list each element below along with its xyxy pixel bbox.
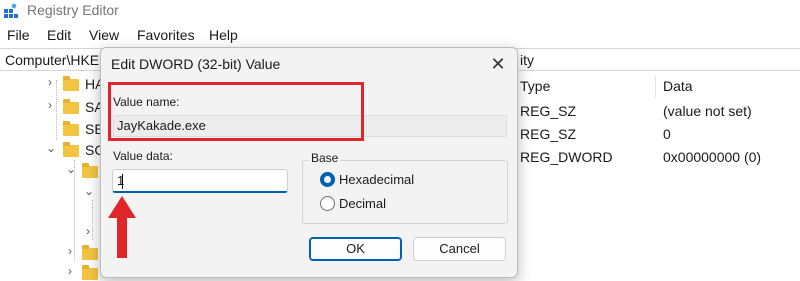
ok-button[interactable]: OK [309,237,402,261]
value-row-data[interactable]: (value not set) [663,103,752,119]
menu-edit[interactable]: Edit [47,27,71,43]
menu-favorites[interactable]: Favorites [137,27,195,43]
radio-decimal-label[interactable]: Decimal [339,196,386,211]
folder-icon [82,163,98,178]
column-header-data[interactable]: Data [663,78,693,94]
folder-icon [63,121,79,136]
chevron-right-icon[interactable]: › [68,264,78,278]
chevron-right-icon[interactable]: › [48,98,58,112]
value-row-type[interactable]: REG_SZ [520,126,576,142]
menu-help[interactable]: Help [209,27,238,43]
tree-item[interactable]: › HA [0,75,104,95]
value-row-data[interactable]: 0x00000000 (0) [663,149,761,165]
chevron-right-icon[interactable]: › [68,244,78,258]
close-icon[interactable]: ✕ [487,54,509,76]
column-divider[interactable] [655,76,656,98]
window-title: Registry Editor [27,2,119,18]
radio-decimal[interactable] [320,196,335,211]
menu-bar: File Edit View Favorites Help [0,25,800,47]
column-header-type[interactable]: Type [520,78,550,94]
folder-icon [63,76,79,91]
tree-item[interactable]: ⌄ [0,184,100,204]
chevron-down-icon[interactable]: ⌄ [46,141,56,155]
folder-icon [82,245,98,260]
menu-file[interactable]: File [7,27,30,43]
tree-item[interactable]: ⌄ SC [0,141,104,161]
radio-hexadecimal[interactable] [320,172,335,187]
menu-view[interactable]: View [89,27,119,43]
chevron-right-icon[interactable]: › [48,75,58,89]
tree-item[interactable]: ⌄ [0,162,100,182]
address-path: Computer\HKE [5,52,100,68]
red-highlight-box [108,82,364,141]
value-data-label: Value data: [113,149,173,163]
tree-item[interactable]: › [0,244,100,264]
base-label: Base [309,151,341,165]
address-path-tail: ity [520,52,534,68]
base-group [302,160,508,224]
title-bar: Registry Editor [0,0,800,24]
folder-icon [63,99,79,114]
value-row-data[interactable]: 0 [663,126,671,142]
red-arrow-annotation [108,196,136,258]
dialog-title: Edit DWORD (32-bit) Value [111,56,281,72]
folder-icon [82,265,98,280]
value-data-input[interactable] [112,169,288,193]
value-row-type[interactable]: REG_DWORD [520,149,613,165]
registry-icon [4,3,18,18]
radio-hexadecimal-label[interactable]: Hexadecimal [339,172,414,187]
chevron-down-icon[interactable]: ⌄ [84,184,94,198]
tree-item[interactable]: › [0,264,100,281]
cancel-button[interactable]: Cancel [413,237,506,261]
chevron-right-icon[interactable]: › [86,224,96,238]
key-tree[interactable]: › HA › SA SE ⌄ SC ⌄ ⌄ › › › [0,72,104,281]
chevron-down-icon[interactable]: ⌄ [66,162,76,176]
tree-item[interactable]: › [0,224,100,244]
text-caret [122,174,123,189]
tree-item[interactable]: › SA [0,98,104,118]
tree-item[interactable]: SE [0,120,104,140]
value-row-type[interactable]: REG_SZ [520,103,576,119]
edit-dword-dialog: Edit DWORD (32-bit) Value ✕ JayKakade.ex… [100,47,518,278]
folder-icon [63,142,79,157]
